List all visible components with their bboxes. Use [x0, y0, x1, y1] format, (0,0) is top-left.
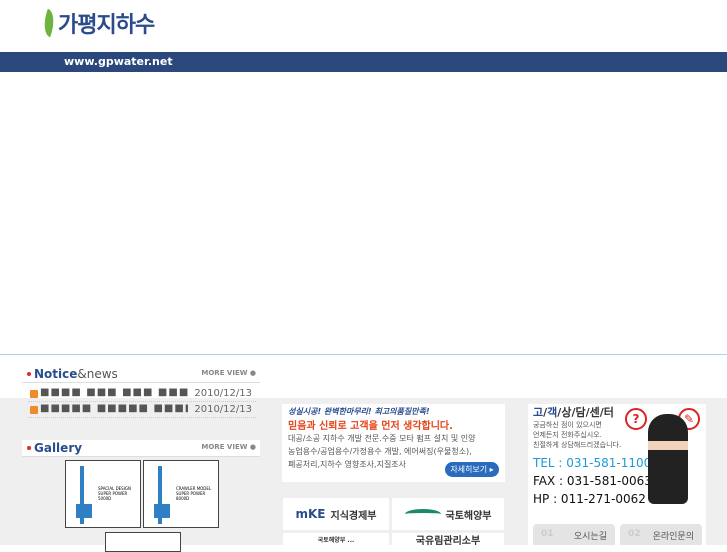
notice-item[interactable]: ■■■■ ■■■ ■■■ ■■■ ■■ ... 2010/12/13 — [28, 387, 256, 402]
org-link[interactable]: 국유림관리소부 — [392, 533, 504, 545]
promo-box: 성실시공! 완벽한마무리! 최고의품질만족! 믿음과 신뢰로 고객을 먼저 생각… — [282, 404, 505, 482]
gallery-thumbnail[interactable]: CRAWLER MODEL SUPER POWER 8000D — [143, 460, 219, 528]
bullet-icon — [27, 372, 31, 376]
drill-rig-image — [76, 466, 92, 524]
mke-logo: mKE — [295, 507, 326, 521]
operator-image — [648, 414, 688, 504]
promo-line: 농업용수/공업용수/가정용수 개발, 에어써징(우물청소), — [288, 447, 472, 456]
gallery-title: Gallery — [34, 441, 83, 455]
site-logo[interactable]: 가평지하수 — [38, 8, 155, 38]
gallery-thumbnail[interactable]: SPACIAL DESIGN SUPER POWER 5000D — [65, 460, 141, 528]
question-icon: ? — [625, 408, 647, 430]
new-icon — [30, 406, 38, 414]
mltm-logo — [404, 509, 441, 519]
fax-number: FAX : 031-581-0063 — [533, 474, 652, 488]
online-inquiry-button[interactable]: 02 온라인문의 — [620, 524, 702, 545]
customer-desc: 궁금하신 점이 있으시면 — [533, 421, 602, 429]
notice-item-title[interactable]: ■■■■■ ■■■■■ ■■■■■■ ... — [40, 403, 188, 414]
directions-button[interactable]: 01 오시는길 — [533, 524, 615, 545]
org-name: 국토해양부 — [445, 510, 492, 522]
promo-headline: 믿음과 신뢰로 고객을 먼저 생각합니다. — [288, 421, 453, 432]
customer-center-title: 고/객/상/담/센/터 — [533, 406, 614, 419]
details-button[interactable]: 자세히보기 ▸ — [445, 462, 499, 477]
promo-line: 폐공처리,지하수 영향조사,지질조사 — [288, 460, 407, 469]
hp-number: HP : 011-271-0062 — [533, 492, 646, 506]
org-link-mltm[interactable]: 국토해양부 — [392, 498, 504, 530]
drill-rig-image — [154, 466, 170, 524]
nav-bar: www.gpwater.net — [0, 52, 727, 72]
gallery-caption: SPACIAL DESIGN SUPER POWER 5000D — [98, 486, 131, 501]
notice-item[interactable]: ■■■■■ ■■■■■ ■■■■■■ ... 2010/12/13 — [28, 403, 256, 418]
bullet-icon — [27, 446, 31, 450]
org-link[interactable]: 국토해양부 ... — [283, 533, 389, 545]
gallery-thumbnail[interactable] — [105, 532, 181, 552]
org-name: 국유림관리소부 — [415, 535, 481, 546]
org-name: 지식경제부 — [330, 510, 377, 522]
notice-title-suffix: &news — [77, 367, 118, 381]
divider — [0, 354, 727, 355]
customer-desc: 언제든지 전화주십시오. — [533, 431, 602, 439]
org-name: 국토해양부 ... — [317, 536, 355, 544]
new-icon — [30, 390, 38, 398]
notice-item-date: 2010/12/13 — [194, 388, 252, 399]
tel-number: TEL : 031-581-1100 — [533, 456, 652, 470]
customer-desc: 친절하게 상담해드리겠습니다. — [533, 441, 622, 449]
notice-item-date: 2010/12/13 — [194, 404, 252, 415]
site-url: www.gpwater.net — [64, 55, 173, 68]
notice-title: Notice — [34, 367, 78, 381]
promo-slogan: 성실시공! 완벽한마무리! 최고의품질만족! — [288, 407, 430, 416]
notice-item-title[interactable]: ■■■■ ■■■ ■■■ ■■■ ■■ ... — [40, 387, 188, 398]
org-link-mke[interactable]: mKE 지식경제부 — [283, 498, 389, 530]
notice-header: Notice&news MORE VIEW ● — [22, 366, 260, 383]
logo-text: 가평지하수 — [58, 13, 155, 38]
gallery-more-view-button[interactable]: MORE VIEW ● — [201, 443, 256, 451]
promo-line: 대공/소공 지하수 개발 전문.수중 모타 펌프 설치 및 인양 — [288, 434, 476, 443]
gallery-header: Gallery MORE VIEW ● — [22, 440, 260, 457]
gallery-caption: CRAWLER MODEL SUPER POWER 8000D — [176, 486, 212, 501]
leaf-icon — [38, 8, 60, 38]
notice-more-view-button[interactable]: MORE VIEW ● — [201, 369, 256, 377]
